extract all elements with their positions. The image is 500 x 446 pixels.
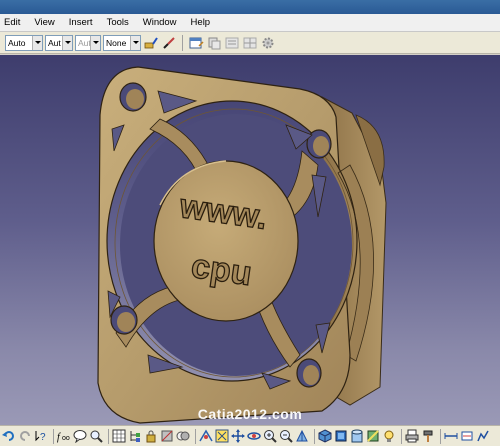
brush-icon[interactable] [161, 35, 177, 51]
layer-combo[interactable]: None [103, 34, 141, 51]
help-icon[interactable]: ? [34, 429, 48, 443]
chevron-down-icon[interactable] [32, 35, 42, 50]
chevron-down-icon[interactable] [90, 35, 100, 50]
hammer-icon[interactable] [421, 429, 435, 443]
properties-icon[interactable] [188, 35, 204, 51]
fan-model[interactable]: www. cpu [0, 55, 500, 425]
corner-hole-top-left [119, 82, 147, 112]
toolbar-separator [440, 428, 441, 444]
render-icon[interactable] [350, 429, 364, 443]
material-icon[interactable] [366, 429, 380, 443]
menu-insert[interactable]: Insert [63, 14, 101, 32]
gear-icon[interactable] [260, 35, 276, 51]
graphic-properties-toolbar: Auto Aut Aut None [0, 32, 500, 54]
menu-edit[interactable]: Edit [0, 14, 28, 32]
menu-help[interactable]: Help [185, 14, 219, 32]
undo-icon[interactable] [2, 429, 16, 443]
normal-view-icon[interactable] [295, 429, 309, 443]
iso-view-icon[interactable] [318, 429, 332, 443]
layer-combo-value: None [106, 37, 127, 48]
chevron-down-icon[interactable] [62, 35, 72, 50]
swap-visible-icon[interactable] [176, 429, 190, 443]
hide-icon[interactable] [160, 429, 174, 443]
formula-icon[interactable]: f oo [57, 429, 71, 443]
zoom-in-icon[interactable] [263, 429, 277, 443]
bottom-toolbar: ? f oo [0, 425, 500, 446]
fit-all-icon[interactable] [215, 429, 229, 443]
svg-text:f: f [57, 432, 61, 443]
menu-view[interactable]: View [28, 14, 62, 32]
pan-icon[interactable] [231, 429, 245, 443]
3d-viewport[interactable]: www. cpu Catia2012.com [0, 55, 500, 425]
measure-icon[interactable] [444, 429, 458, 443]
corner-hole-bottom-left [110, 305, 138, 335]
thickness-combo-value: Aut [78, 37, 90, 48]
watermark-text: Catia2012.com [197, 406, 303, 422]
rotate-icon[interactable] [247, 429, 261, 443]
menu-window[interactable]: Window [137, 14, 185, 32]
text-format-icon[interactable] [224, 35, 240, 51]
menu-tools[interactable]: Tools [101, 14, 137, 32]
toolbar-separator [182, 34, 183, 51]
toolbar-separator [108, 428, 109, 444]
toolbar-separator [314, 428, 315, 444]
painter-icon[interactable] [143, 35, 159, 51]
fly-icon[interactable] [199, 429, 213, 443]
toolbar-separator [53, 428, 54, 444]
linetype-combo-value: Aut [48, 37, 61, 48]
magnifier-icon[interactable] [89, 429, 103, 443]
svg-text:?: ? [40, 432, 46, 443]
svg-text:oo: oo [62, 435, 70, 442]
tree-icon[interactable] [128, 429, 142, 443]
lock-icon[interactable] [144, 429, 158, 443]
table-format-icon[interactable] [242, 35, 258, 51]
shading-icon[interactable] [334, 429, 348, 443]
chevron-down-icon[interactable] [130, 35, 140, 50]
redo-icon[interactable] [18, 429, 32, 443]
print-icon[interactable] [405, 429, 419, 443]
title-bar [0, 0, 500, 14]
linetype-combo[interactable]: Aut [45, 34, 73, 51]
light-icon[interactable] [382, 429, 396, 443]
color-combo[interactable]: Auto [5, 34, 43, 51]
menu-bar: Edit View Insert Tools Window Help [0, 14, 500, 32]
copy-format-icon[interactable] [206, 35, 222, 51]
comment-icon[interactable] [73, 429, 87, 443]
corner-hole-bottom-right [296, 358, 322, 388]
analysis-icon[interactable] [476, 429, 490, 443]
toolbar-separator [195, 428, 196, 444]
measure-item-icon[interactable] [460, 429, 474, 443]
zoom-out-icon[interactable] [279, 429, 293, 443]
color-combo-value: Auto [8, 37, 26, 48]
toolbar-separator [401, 428, 402, 444]
thickness-combo[interactable]: Aut [75, 34, 101, 51]
grid-icon[interactable] [112, 429, 126, 443]
